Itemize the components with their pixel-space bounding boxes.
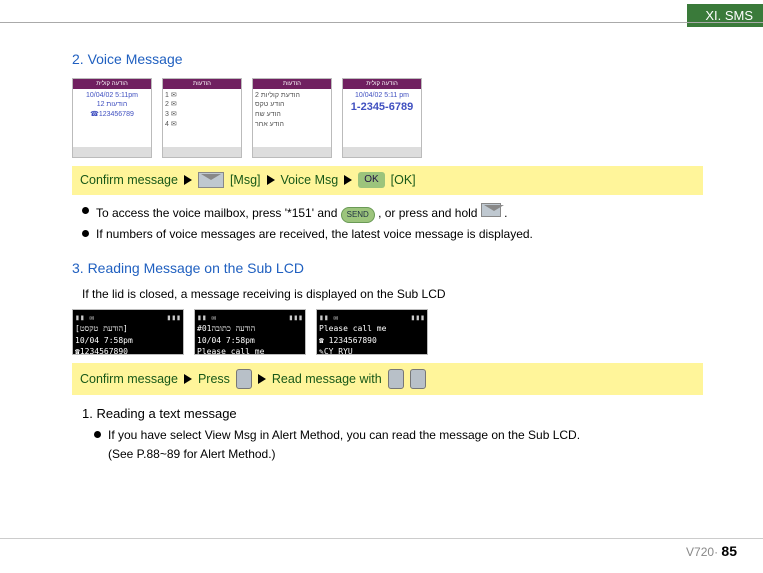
side-button-icon [410, 369, 426, 389]
screen4-l1: 10/04/02 5:11 pm [345, 91, 419, 101]
strip3-confirm: Confirm message [80, 371, 178, 389]
send-pill-icon: SEND [341, 207, 375, 223]
strip2-voice: Voice Msg [281, 172, 339, 190]
strip3-press: Press [198, 371, 230, 389]
phone-screen-3: הודעות 2 הודעת קוליות הודע טקס הודע שח ה… [252, 78, 332, 158]
top-rule [0, 22, 763, 23]
page-content: 2. Voice Message הודעה קולית 10/04/02 5:… [0, 0, 763, 463]
page-footer: V720· 85 [686, 543, 737, 559]
section-2-title: 2. Voice Message [72, 50, 703, 70]
voice-bullets: To access the voice mailbox, press '*151… [72, 203, 703, 243]
sublcd2-l2: 10/04 7:58pm [197, 335, 303, 346]
arrow-icon [184, 374, 192, 384]
sublcd-1: ▮▮ ✉▮▮▮ [הודעת טקסט] 10/04 7:58pm ☎12345… [72, 309, 184, 355]
sublcd-3: ▮▮ ✉▮▮▮ Please call me ☎ 1234567890 ✎CY … [316, 309, 428, 355]
voice-bullet-1a: To access the voice mailbox, press '*151… [96, 206, 337, 220]
sublcd1-l3: ☎1234567890 [75, 346, 181, 357]
screen3-l2: הודע טקס [255, 100, 329, 110]
sub3-1-bullet: If you have select View Msg in Alert Met… [94, 427, 703, 444]
voice-bullet-1c: . [504, 206, 507, 220]
screen1-line3: ☎123456789 [75, 110, 149, 120]
side-button-icon [236, 369, 252, 389]
screen4-l2: 1-2345-6789 [345, 100, 419, 115]
side-button-icon [388, 369, 404, 389]
screen4-title: הודעה קולית [343, 79, 421, 89]
strip2-ok: [OK] [391, 172, 416, 190]
section-3-title: 3. Reading Message on the Sub LCD [72, 259, 703, 279]
voice-bullet-1: To access the voice mailbox, press '*151… [82, 203, 703, 223]
screen3-l3: הודע שח [255, 110, 329, 120]
screen2-r4: 4 ✉ [165, 120, 239, 130]
phone-screen-2: הודעות 1 ✉ 2 ✉ 3 ✉ 4 ✉ [162, 78, 242, 158]
screen3-l1: 2 הודעת קוליות [255, 91, 329, 101]
phone-screen-1: הודעה קולית 10/04/02 5:11pm 12 הודעות ☎1… [72, 78, 152, 158]
footer-page: 85 [721, 543, 737, 559]
arrow-icon [344, 175, 352, 185]
screen3-title: הודעות [253, 79, 331, 89]
screen1-line1: 10/04/02 5:11pm [75, 91, 149, 101]
sublcd1-l2: 10/04 7:58pm [75, 335, 181, 346]
screen2-r3: 3 ✉ [165, 110, 239, 120]
sub3-1-title: 1. Reading a text message [82, 405, 703, 423]
voice-nav-strip: Confirm message [Msg] Voice Msg OK [OK] [72, 166, 703, 196]
screen2-r2: 2 ✉ [165, 100, 239, 110]
arrow-icon [258, 374, 266, 384]
sublcd1-l1: [הודעת טקסט] [75, 323, 181, 334]
screen2-r1: 1 ✉ [165, 91, 239, 101]
screen1-line2: 12 הודעות [75, 100, 149, 110]
sublcd3-l3: ✎CY RYU [319, 346, 425, 357]
footer-model: V720· [686, 545, 718, 559]
strip2-msg: [Msg] [230, 172, 261, 190]
sublcd-nav-strip: Confirm message Press Read message with [72, 363, 703, 395]
strip2-confirm: Confirm message [80, 172, 178, 190]
phone-screen-4: הודעה קולית 10/04/02 5:11 pm 1-2345-6789 [342, 78, 422, 158]
voice-screens-row: הודעה קולית 10/04/02 5:11pm 12 הודעות ☎1… [72, 78, 703, 158]
screen2-title: הודעות [163, 79, 241, 89]
sublcd2-l3: Please call me [197, 346, 303, 357]
envelope-icon [198, 172, 224, 188]
voice-bullet-1b: , or press and hold [378, 206, 477, 220]
strip3-read: Read message with [272, 371, 382, 389]
sublcd3-l2: ☎ 1234567890 [319, 335, 425, 346]
arrow-icon [267, 175, 275, 185]
arrow-icon [184, 175, 192, 185]
screen1-title: הודעה קולית [73, 79, 151, 89]
envelope-icon [481, 203, 501, 217]
sublcd3-l1: Please call me [319, 323, 425, 334]
ok-icon: OK [358, 172, 384, 188]
sublcd-row: ▮▮ ✉▮▮▮ [הודעת טקסט] 10/04 7:58pm ☎12345… [72, 309, 703, 355]
footer-rule [0, 538, 763, 539]
sub3-1-note: (See P.88~89 for Alert Method.) [108, 446, 703, 463]
sublcd2-l1: הודעה כתובה#01 [197, 323, 303, 334]
chapter-tab: XI. SMS [687, 4, 763, 27]
sublcd-2: ▮▮ ✉▮▮▮ הודעה כתובה#01 10/04 7:58pm Plea… [194, 309, 306, 355]
voice-bullet-2: If numbers of voice messages are receive… [82, 226, 703, 243]
screen3-l4: הודע אחר [255, 120, 329, 130]
section-3-intro: If the lid is closed, a message receivin… [82, 286, 703, 303]
